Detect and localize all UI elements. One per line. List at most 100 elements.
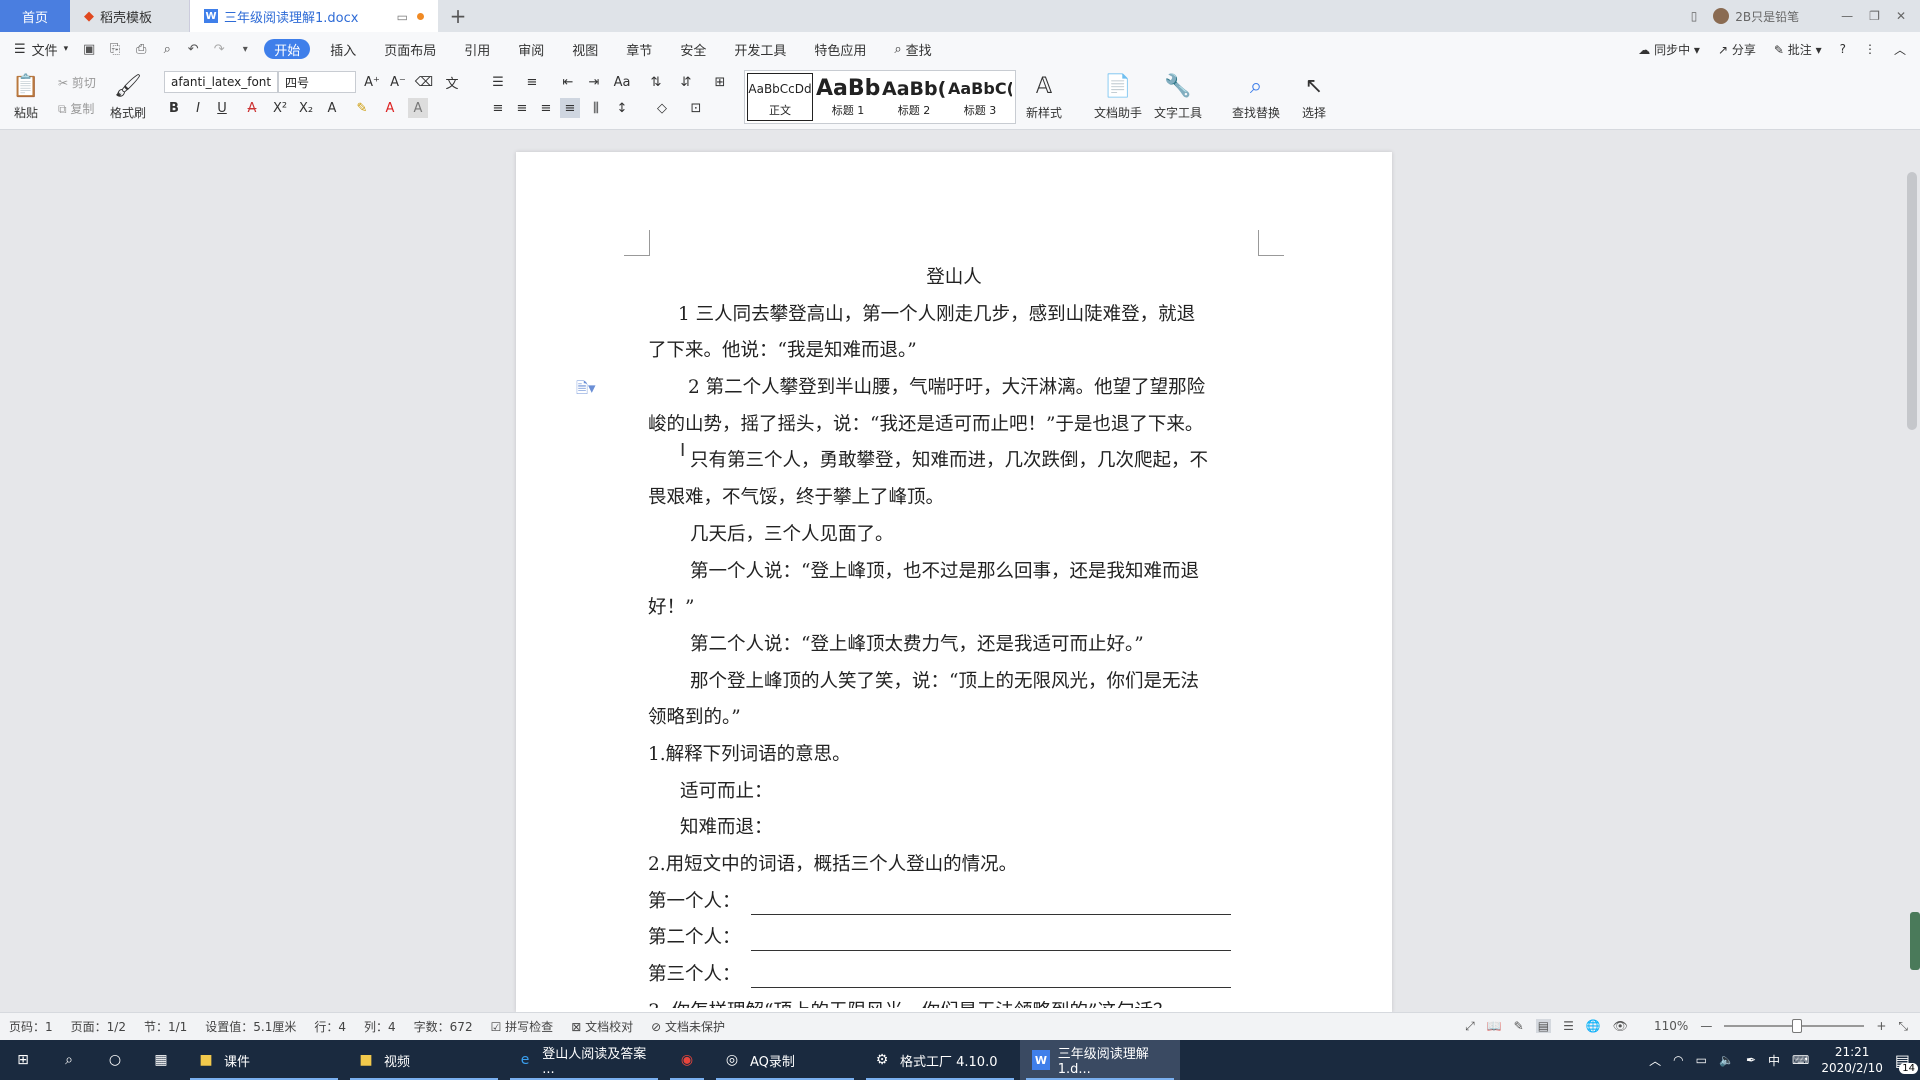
- increase-indent-icon[interactable]: ⇥: [584, 72, 604, 92]
- taskbar-item-edge[interactable]: e 登山人阅读及答案 ...: [504, 1040, 664, 1080]
- bold-icon[interactable]: B: [164, 98, 184, 118]
- save-icon[interactable]: ▣: [78, 38, 100, 60]
- menu-special[interactable]: 特色应用: [800, 32, 880, 66]
- menu-view[interactable]: 视图: [558, 32, 612, 66]
- tray-chevron-icon[interactable]: ︿: [1649, 1052, 1661, 1069]
- shading-icon[interactable]: ◇: [652, 98, 672, 118]
- protect-button[interactable]: ⊘ 文档未保护: [642, 1018, 734, 1035]
- page-view-icon[interactable]: ▤: [1535, 1019, 1552, 1033]
- user-account[interactable]: 2B只是铅笔: [1713, 8, 1799, 25]
- more-icon[interactable]: ⋮: [1864, 42, 1876, 56]
- task-view-button[interactable]: ▦: [138, 1040, 184, 1080]
- shrink-font-icon[interactable]: A⁻: [388, 72, 408, 92]
- taskbar-item-wps[interactable]: W 三年级阅读理解1.d...: [1020, 1040, 1180, 1080]
- numbering-icon[interactable]: ≡: [522, 72, 542, 92]
- tab-document[interactable]: W 三年级阅读理解1.docx ▭: [190, 0, 438, 32]
- start-button[interactable]: ⊞: [0, 1040, 46, 1080]
- zoom-slider-knob[interactable]: [1792, 1019, 1803, 1033]
- copy-button[interactable]: ⧉ 复制: [58, 100, 94, 117]
- menu-search[interactable]: ⌕ 查找: [880, 32, 945, 66]
- distribute-icon[interactable]: ⫼: [586, 98, 606, 118]
- menu-review[interactable]: 审阅: [504, 32, 558, 66]
- taskbar-item-video[interactable]: ■ 视频: [344, 1040, 504, 1080]
- status-word-count[interactable]: 字数：672: [405, 1018, 482, 1035]
- strikethrough-icon[interactable]: A: [242, 98, 262, 118]
- style-heading-1[interactable]: AaBb 标题 1: [815, 71, 881, 123]
- sync-button[interactable]: ☁ 同步中 ▾: [1638, 41, 1700, 58]
- zoom-level[interactable]: 110%: [1654, 1019, 1688, 1033]
- font-color-icon[interactable]: A: [380, 98, 400, 118]
- spell-check-button[interactable]: ☑ 拼写检查: [482, 1018, 563, 1035]
- char-shading-icon[interactable]: A: [408, 98, 428, 118]
- tab-template[interactable]: ◆ 稻壳模板: [70, 0, 190, 32]
- justify-icon[interactable]: ≡: [560, 98, 580, 118]
- status-page-num[interactable]: 页码：1: [0, 1018, 62, 1035]
- menu-reference[interactable]: 引用: [450, 32, 504, 66]
- decrease-indent-icon[interactable]: ⇤: [558, 72, 578, 92]
- bullets-icon[interactable]: ☰: [488, 72, 508, 92]
- answer-blank[interactable]: [750, 962, 1231, 989]
- new-style-button[interactable]: 𝔸 新样式: [1026, 72, 1062, 121]
- read-mode-icon[interactable]: 📖: [1487, 1019, 1502, 1033]
- window-layout-icon[interactable]: ▯: [1691, 9, 1698, 23]
- ime-indicator[interactable]: 中: [1768, 1052, 1780, 1069]
- notification-button[interactable]: ▤ 14: [1895, 1051, 1918, 1074]
- menu-layout[interactable]: 页面布局: [370, 32, 450, 66]
- menu-chapter[interactable]: 章节: [612, 32, 666, 66]
- close-icon[interactable]: ✕: [1896, 9, 1906, 23]
- clock[interactable]: 21:21 2020/2/10: [1821, 1044, 1883, 1076]
- grow-font-icon[interactable]: A⁺: [362, 72, 382, 92]
- align-left-icon[interactable]: ≡: [488, 98, 508, 118]
- status-section[interactable]: 节：1/1: [135, 1018, 196, 1035]
- change-case-icon[interactable]: Aa: [612, 72, 632, 92]
- style-heading-2[interactable]: AaBb(标题 2: [881, 71, 947, 123]
- undo-icon[interactable]: ↶: [182, 38, 204, 60]
- doc-assistant-button[interactable]: 📄 文档助手: [1094, 72, 1142, 121]
- restore-icon[interactable]: ❐: [1869, 9, 1880, 23]
- cortana-button[interactable]: ○: [92, 1040, 138, 1080]
- status-col[interactable]: 列：4: [355, 1018, 405, 1035]
- zoom-in-icon[interactable]: +: [1876, 1019, 1886, 1033]
- answer-blank[interactable]: [750, 925, 1231, 952]
- paste-button[interactable]: 📋 粘贴: [12, 72, 40, 121]
- redo-icon[interactable]: ↷: [208, 38, 230, 60]
- taskbar-item-format-factory[interactable]: ⚙ 格式工厂 4.10.0: [860, 1040, 1020, 1080]
- style-heading-3[interactable]: AaBbC(标题 3: [947, 71, 1013, 123]
- outline-view-icon[interactable]: ☰: [1563, 1019, 1574, 1033]
- menu-start[interactable]: 开始: [264, 39, 311, 59]
- side-widget[interactable]: [1910, 912, 1920, 970]
- web-view-icon[interactable]: 🌐: [1586, 1019, 1601, 1033]
- search-button[interactable]: ⌕: [46, 1040, 92, 1080]
- underline-icon[interactable]: U: [212, 98, 232, 118]
- text-effect-icon[interactable]: A: [322, 98, 342, 118]
- align-right-icon[interactable]: ≡: [536, 98, 556, 118]
- zoom-slider[interactable]: [1724, 1019, 1865, 1033]
- monitor-icon[interactable]: ▭: [397, 10, 408, 24]
- write-mode-icon[interactable]: ✎: [1514, 1019, 1524, 1033]
- menu-security[interactable]: 安全: [666, 32, 720, 66]
- proofread-button[interactable]: ⊠ 文档校对: [562, 1018, 642, 1035]
- sort-icon[interactable]: ⇅: [646, 72, 666, 92]
- paragraph-tag-icon[interactable]: 🗎▾: [576, 378, 596, 403]
- fullscreen-icon[interactable]: ⤢: [1465, 1019, 1475, 1034]
- comment-button[interactable]: ✎ 批注 ▾: [1774, 41, 1822, 58]
- new-tab-button[interactable]: +: [438, 0, 478, 32]
- eye-protect-icon[interactable]: 👁: [1613, 1019, 1628, 1033]
- style-normal[interactable]: AaBbCcDd 正文: [747, 73, 813, 121]
- keyboard-icon[interactable]: ⌨: [1792, 1053, 1809, 1067]
- taskbar-item-courseware[interactable]: ■ 课件: [184, 1040, 344, 1080]
- table-icon[interactable]: ⊞: [710, 72, 730, 92]
- share-button[interactable]: ↗ 分享: [1718, 41, 1756, 58]
- text-tools-button[interactable]: 🔧 文字工具: [1154, 72, 1202, 121]
- subscript-icon[interactable]: X₂: [296, 98, 316, 118]
- minimize-icon[interactable]: —: [1841, 9, 1853, 23]
- help-icon[interactable]: ?: [1840, 42, 1846, 56]
- status-page[interactable]: 页面：1/2: [62, 1018, 135, 1035]
- document-body[interactable]: 登山人 1 三人同去攀登高山，第一个人刚走几步，感到山陡难登，就退 了下来。他说…: [648, 260, 1260, 1008]
- network-icon[interactable]: ◠: [1673, 1053, 1683, 1067]
- cut-button[interactable]: ✂ 剪切: [58, 74, 96, 91]
- status-row[interactable]: 行：4: [305, 1018, 355, 1035]
- print-preview-icon[interactable]: ⌕: [156, 38, 178, 60]
- menu-developer[interactable]: 开发工具: [720, 32, 800, 66]
- find-replace-button[interactable]: ⌕ 查找替换: [1232, 72, 1280, 121]
